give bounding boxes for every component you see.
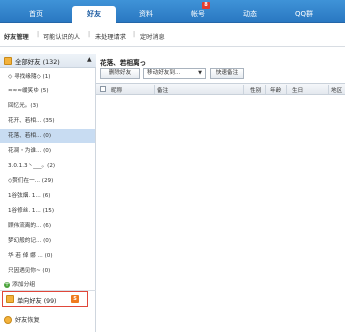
group-item-selected[interactable]: 花落、若相... (0)	[0, 129, 95, 143]
restore-icon	[4, 316, 12, 324]
column-nickname[interactable]: 昵称	[111, 86, 122, 94]
subnav-friend-management[interactable]: 好友管理	[4, 32, 29, 41]
move-friend-select[interactable]: 移动好友到... ▼	[143, 68, 206, 79]
friend-table-header: 昵称 备注 性别 年龄 生日 地区	[96, 83, 345, 95]
group-item[interactable]: 花开、若相... (35)	[0, 114, 95, 128]
all-friends-header[interactable]: 全部好友 (132) ▲	[0, 54, 96, 68]
column-divider	[265, 85, 266, 94]
nav-tab-qq-group[interactable]: QQ群	[282, 6, 326, 23]
group-item[interactable]: 顾伟流离的... (6)	[0, 219, 95, 233]
chevron-down-icon: ▼	[198, 70, 202, 76]
quick-remark-button[interactable]: 快速备注	[210, 68, 244, 79]
group-item[interactable]: ◇ 寻找缘隨◇ (1)	[0, 70, 95, 84]
nav-tab-profile[interactable]: 资料	[124, 6, 168, 23]
plus-icon: +	[4, 280, 10, 288]
column-divider	[154, 85, 155, 94]
column-age[interactable]: 年龄	[270, 86, 281, 94]
nav-tab-home[interactable]: 首页	[14, 6, 58, 23]
subnav-pending-requests[interactable]: 未处理请求	[95, 32, 126, 41]
add-group-label: 添加分组	[12, 282, 36, 288]
subnav-separator: |	[88, 31, 91, 38]
subnav-people-you-may-know[interactable]: 可能认识的人	[43, 32, 80, 41]
group-item[interactable]: 华 若 倬 娜 ... (0)	[0, 249, 95, 263]
subnav-separator: |	[133, 31, 136, 38]
sub-nav: 好友管理 | 可能认识的人 | 未处理请求 | 定时消息	[0, 23, 345, 47]
group-item[interactable]: 1谷修丝. 1... (15)	[0, 204, 95, 218]
add-group-button[interactable]: + 添加分组	[4, 279, 35, 288]
friend-groups-sidebar: 全部好友 (132) ▲ ◇ 寻找缘隨◇ (1) ≈≈≈缓笑ゆ (5) 回忆光。…	[0, 54, 96, 332]
delete-friend-button[interactable]: 删除好友	[100, 68, 140, 79]
nav-tab-friends[interactable]: 好友	[72, 6, 116, 24]
group-item[interactable]: ≈≈≈缓笑ゆ (5)	[0, 84, 95, 98]
group-item[interactable]: 回忆光。(3)	[0, 99, 95, 113]
nav-tab-account[interactable]: 帐号	[176, 6, 220, 23]
column-gender[interactable]: 性别	[250, 86, 261, 94]
friend-restore-label: 好友恢复	[15, 317, 40, 324]
group-title: 花落、若相离っ	[100, 59, 147, 67]
friends-group-icon	[4, 57, 12, 65]
group-item[interactable]: 只因遇见你~ (0)	[0, 264, 95, 278]
friend-restore-item[interactable]: 好友恢复	[4, 315, 40, 324]
friends-group-icon	[6, 295, 14, 303]
column-divider	[328, 85, 329, 94]
column-region[interactable]: 地区	[331, 86, 342, 94]
account-badge: 8	[202, 2, 210, 9]
group-item[interactable]: 1谷弦烟. 1... (6)	[0, 189, 95, 203]
nav-tab-feed[interactable]: 动态	[228, 6, 272, 23]
group-item[interactable]: ◇赘们在一... (29)	[0, 174, 95, 188]
group-item[interactable]: 花凋・为谁... (0)	[0, 144, 95, 158]
group-item[interactable]: 3.0.1.3丶___。(2)	[0, 159, 95, 173]
top-nav-bar: 首页 好友 资料 帐号 8 动态 QQ群	[0, 0, 345, 24]
select-all-checkbox[interactable]	[100, 86, 106, 92]
column-remark[interactable]: 备注	[157, 86, 168, 94]
group-item[interactable]: 梦幻般的记... (0)	[0, 234, 95, 248]
all-friends-label: 全部好友 (132)	[15, 58, 60, 66]
one-way-badge-icon: S	[71, 295, 79, 303]
collapse-caret-icon[interactable]: ▲	[87, 56, 92, 63]
one-way-friends-item[interactable]: 单向好友 (99) S	[2, 291, 88, 307]
move-friend-select-label: 移动好友到...	[147, 70, 181, 76]
subnav-scheduled-messages[interactable]: 定时消息	[140, 32, 165, 41]
column-divider	[286, 85, 287, 94]
column-birthday[interactable]: 生日	[292, 86, 303, 94]
column-divider	[243, 85, 244, 94]
one-way-friends-label: 单向好友 (99)	[17, 298, 57, 305]
subnav-separator: |	[37, 31, 40, 38]
group-main-panel: 花落、若相离っ 删除好友 移动好友到... ▼ 快速备注 昵称 备注 性别 年龄…	[96, 54, 345, 332]
